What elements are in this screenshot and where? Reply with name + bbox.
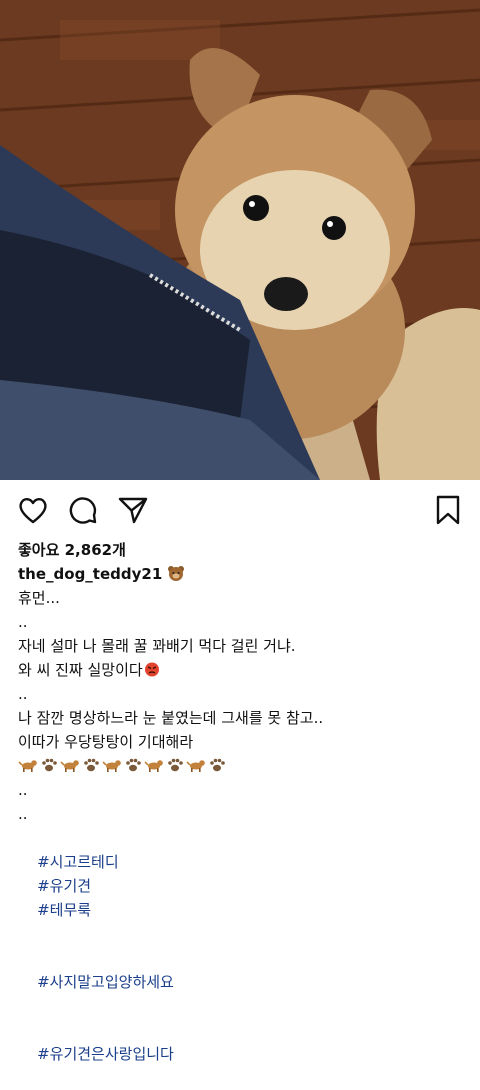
- caption-line: 휴먼...: [18, 589, 60, 607]
- dog-icon: [186, 760, 205, 772]
- caption-header: the_dog_teddy21: [18, 562, 462, 586]
- hashtag-line: #사지말고입양하세요: [18, 946, 462, 1018]
- bear-face-icon: [168, 566, 185, 581]
- hashtag-link[interactable]: #유기견은사랑입니다: [37, 1045, 174, 1063]
- share-button[interactable]: [117, 494, 149, 526]
- caption-line: ..: [18, 685, 28, 703]
- caption-line: 자네 설마 나 몰래 꿀 꽈배기 먹다 걸린 거냐.: [18, 637, 296, 655]
- bookmark-icon: [436, 495, 460, 525]
- dog-icon: [60, 760, 79, 772]
- paw-icon: [210, 758, 225, 772]
- caption-line: 이따가 우당탕탕이 기대해라: [18, 733, 194, 751]
- send-icon: [118, 497, 148, 524]
- dog-icon: [144, 760, 163, 772]
- caption-line: ..: [18, 805, 28, 823]
- comment-button[interactable]: [67, 494, 99, 526]
- paw-icon: [126, 758, 141, 772]
- caption-line: ..: [18, 613, 28, 631]
- dog-icon: [18, 760, 37, 772]
- username[interactable]: the_dog_teddy21: [18, 565, 162, 583]
- post-photo[interactable]: [0, 0, 480, 480]
- save-button[interactable]: [432, 494, 464, 526]
- paw-icon: [84, 758, 99, 772]
- heart-icon: [19, 497, 47, 524]
- comment-icon: [69, 497, 97, 524]
- puppy-photo: [0, 0, 480, 480]
- post-caption: 좋아요 2,862개 the_dog_teddy21 휴먼... .. 자네 설…: [0, 538, 480, 1090]
- caption-line: 와 씨 진짜 실망이다: [18, 658, 462, 682]
- caption-line: 나 잠깐 명상하느라 눈 붙였는데 그새를 못 참고..: [18, 709, 324, 727]
- caption-text: 와 씨 진짜 실망이다: [18, 661, 143, 679]
- hashtag-link[interactable]: #유기견: [37, 877, 91, 895]
- caption-line: ..: [18, 781, 28, 799]
- paw-icon: [42, 758, 57, 772]
- likes-count[interactable]: 좋아요 2,862개: [18, 538, 462, 562]
- hashtag-line: #시고르테디 #유기견 #테무룩: [18, 826, 462, 946]
- action-bar: [0, 480, 480, 536]
- emoji-row: [18, 754, 462, 778]
- hashtag-link[interactable]: #사지말고입양하세요: [37, 973, 174, 991]
- angry-face-icon: [144, 662, 159, 677]
- hashtag-line: #유기견은사랑입니다: [18, 1018, 462, 1090]
- hashtag-link[interactable]: #테무룩: [37, 901, 91, 919]
- dog-icon: [102, 760, 121, 772]
- like-button[interactable]: [17, 494, 49, 526]
- paw-icon: [168, 758, 183, 772]
- hashtag-link[interactable]: #시고르테디: [37, 853, 119, 871]
